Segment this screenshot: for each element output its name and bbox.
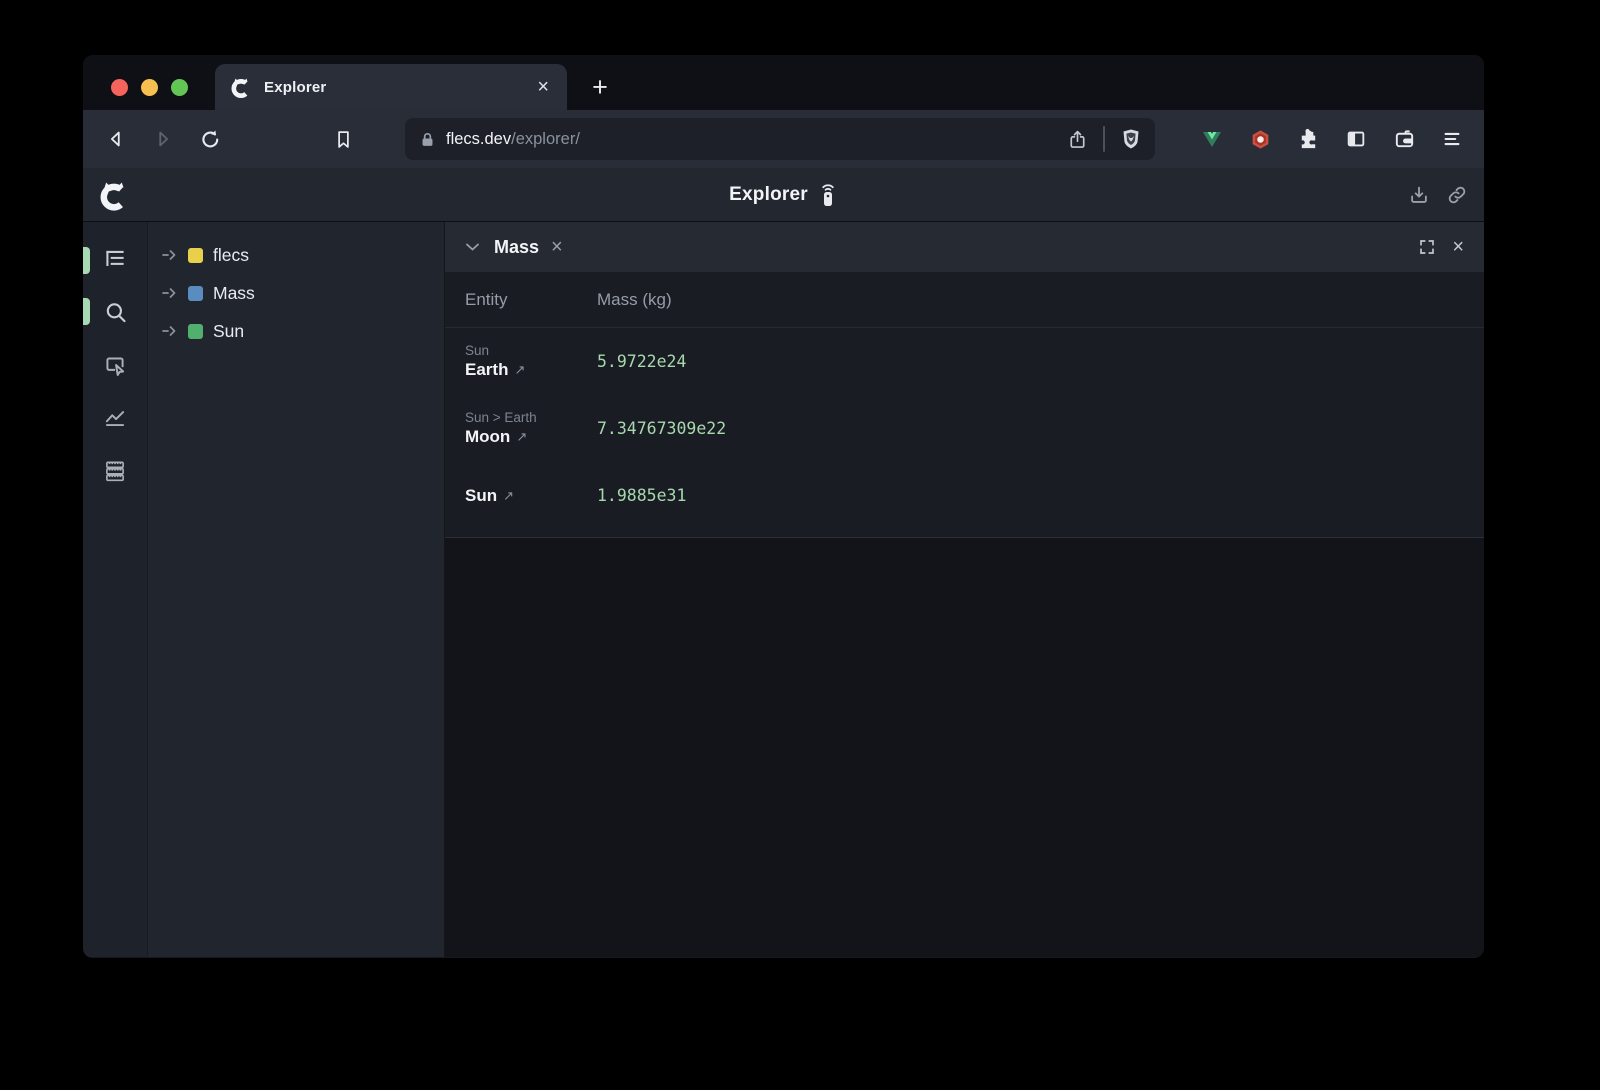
- brave-shield-icon[interactable]: [1117, 125, 1145, 153]
- entity-link[interactable]: Moon: [465, 427, 510, 447]
- back-button[interactable]: [99, 122, 133, 156]
- forward-button[interactable]: [146, 122, 180, 156]
- table-row[interactable]: Sun > Earth Moon ↗ 7.34767309e22: [445, 395, 1484, 462]
- tree-item-mass[interactable]: Mass: [148, 274, 444, 312]
- query-panel-header: Mass × ×: [445, 222, 1484, 272]
- tab-title: Explorer: [264, 79, 533, 96]
- minimize-window-button[interactable]: [141, 79, 158, 96]
- tree-item-label[interactable]: Sun: [213, 321, 244, 342]
- entity-parent-path: Sun: [465, 343, 597, 358]
- flecs-favicon-icon: [229, 75, 253, 99]
- wallet-icon[interactable]: [1390, 125, 1418, 153]
- reload-button[interactable]: [193, 122, 227, 156]
- extensions-row: [1198, 125, 1468, 153]
- new-tab-button[interactable]: +: [583, 70, 617, 104]
- column-header-mass: Mass (kg): [597, 290, 672, 310]
- external-link-icon[interactable]: ↗: [503, 488, 514, 504]
- vue-devtools-icon[interactable]: [1198, 125, 1226, 153]
- expand-arrow-icon[interactable]: [162, 324, 179, 338]
- fullscreen-icon[interactable]: [1418, 238, 1436, 256]
- remote-connection-icon[interactable]: [818, 181, 838, 208]
- mass-value: 5.9722e24: [597, 352, 686, 371]
- tree-item-label[interactable]: flecs: [213, 245, 249, 266]
- lock-icon: [419, 131, 436, 148]
- entity-tree-panel: flecs Mass: [148, 222, 445, 957]
- tree-item-flecs[interactable]: flecs: [148, 236, 444, 274]
- active-indicator: [83, 247, 90, 274]
- memory-icon[interactable]: [98, 454, 132, 488]
- desktop-background: Explorer × +: [0, 0, 1600, 1090]
- panel-close-icon[interactable]: ×: [1452, 237, 1464, 257]
- hexagon-extension-icon[interactable]: [1246, 125, 1274, 153]
- table-rows: Sun Earth ↗ 5.9722e24 Sun > Earth: [445, 328, 1484, 538]
- column-header-entity: Entity: [465, 290, 597, 310]
- tree-view-icon[interactable]: [98, 242, 132, 276]
- search-icon[interactable]: [98, 295, 132, 329]
- url-domain: flecs.dev: [446, 130, 511, 149]
- entity-color-swatch: [188, 324, 203, 339]
- page-title: Explorer: [729, 184, 808, 206]
- url-bar[interactable]: flecs.dev/explorer/: [405, 118, 1155, 160]
- puzzle-extensions-icon[interactable]: [1294, 125, 1322, 153]
- external-link-icon[interactable]: ↗: [516, 429, 527, 445]
- entity-link[interactable]: Sun: [465, 486, 497, 506]
- browser-toolbar: flecs.dev/explorer/: [83, 110, 1484, 168]
- tree-item-label[interactable]: Mass: [213, 283, 255, 304]
- query-title: Mass: [494, 237, 539, 258]
- icon-sidebar: [83, 222, 148, 957]
- browser-window: Explorer × +: [83, 55, 1484, 958]
- active-indicator: [83, 298, 90, 325]
- sidebar-toggle-icon[interactable]: [1342, 125, 1370, 153]
- menu-icon[interactable]: [1438, 125, 1466, 153]
- tab-strip: Explorer × +: [83, 55, 1484, 110]
- entity-parent-path: Sun > Earth: [465, 410, 597, 425]
- maximize-window-button[interactable]: [171, 79, 188, 96]
- app-title-group: Explorer: [83, 181, 1484, 208]
- entity-color-swatch: [188, 248, 203, 263]
- entity-link[interactable]: Earth: [465, 360, 508, 380]
- mass-value: 7.34767309e22: [597, 419, 726, 438]
- query-panel-empty-area: [445, 538, 1484, 957]
- table-row[interactable]: Sun ↗ 1.9885e31: [445, 462, 1484, 529]
- tree-item-sun[interactable]: Sun: [148, 312, 444, 350]
- collapse-chevron-icon[interactable]: [465, 242, 480, 252]
- url-path: /explorer/: [511, 130, 580, 149]
- app-header: Explorer: [83, 168, 1484, 222]
- share-icon[interactable]: [1063, 125, 1091, 153]
- entity-color-swatch: [188, 286, 203, 301]
- bookmark-icon[interactable]: [326, 122, 360, 156]
- external-link-icon[interactable]: ↗: [514, 362, 525, 378]
- chart-icon[interactable]: [98, 401, 132, 435]
- traffic-lights: [111, 79, 188, 96]
- mass-value: 1.9885e31: [597, 486, 686, 505]
- expand-arrow-icon[interactable]: [162, 248, 179, 262]
- main-content: flecs Mass: [83, 222, 1484, 957]
- tab-close-icon[interactable]: ×: [533, 75, 553, 99]
- browser-tab[interactable]: Explorer ×: [215, 64, 567, 110]
- table-header: Entity Mass (kg): [445, 272, 1484, 328]
- query-panel: Mass × × Entity Mass (kg): [445, 222, 1484, 957]
- table-row[interactable]: Sun Earth ↗ 5.9722e24: [445, 328, 1484, 395]
- close-window-button[interactable]: [111, 79, 128, 96]
- expand-arrow-icon[interactable]: [162, 286, 179, 300]
- inspector-icon[interactable]: [98, 348, 132, 382]
- divider: [1103, 126, 1105, 152]
- query-close-icon[interactable]: ×: [551, 237, 563, 257]
